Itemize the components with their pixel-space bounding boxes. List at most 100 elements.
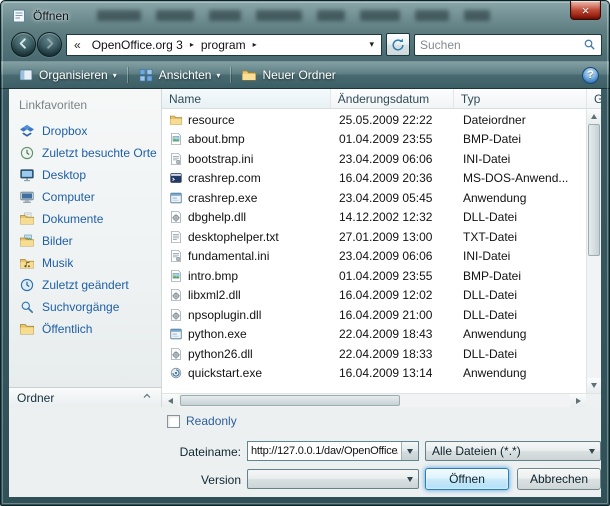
file-rows: resource25.05.2009 22:22Dateiordnerabout… [162,109,601,393]
sidebar-item-label: Desktop [42,168,86,182]
sidebar-item-dropbox[interactable]: Dropbox [9,120,161,142]
version-dropdown-button[interactable] [401,470,418,488]
readonly-checkbox[interactable] [167,415,180,428]
scroll-down-button[interactable] [587,378,601,393]
new-folder-button[interactable]: Neuer Ordner [234,65,342,85]
file-row-python26-dll[interactable]: python26.dll22.04.2009 18:33DLL-Datei [162,344,601,364]
scroll-right-button[interactable] [570,394,586,407]
breadcrumb-dropdown-icon[interactable]: ▾ [364,39,379,50]
sidebar-item-zuletzt-ge-ndert[interactable]: Zuletzt geändert [9,274,161,296]
breadcrumb-separator[interactable]: ▸ [252,40,258,49]
vertical-scrollbar[interactable] [586,109,601,393]
file-row-resource[interactable]: resource25.05.2009 22:22Dateiordner [162,110,601,130]
filetype-value: Alle Dateien (*.*) [426,442,583,460]
recently-changed-icon [19,277,35,293]
breadcrumb-overflow-chevron[interactable]: « [69,38,86,52]
file-row-desktophelper-txt[interactable]: desktophelper.txt27.01.2009 13:00TXT-Dat… [162,227,601,247]
sidebar-item-ffentlich[interactable]: Öffentlich [9,318,161,340]
filename-dropdown-button[interactable] [401,442,418,460]
horizontal-scroll-track[interactable] [178,394,570,407]
file-row-dbghelp-dll[interactable]: dbghelp.dll14.12.2002 12:32DLL-Datei [162,208,601,228]
sidebar-item-label: Zuletzt geändert [42,278,129,292]
music-icon [19,255,35,271]
file-row-intro-bmp[interactable]: intro.bmp01.04.2009 23:55BMP-Datei [162,266,601,286]
open-button[interactable]: Öffnen [425,468,509,490]
file-row-quickstart-exe[interactable]: quickstart.exe16.04.2009 13:14Anwendung [162,364,601,384]
file-date: 22.04.2009 18:43 [332,327,456,341]
sidebar-item-desktop[interactable]: Desktop [9,164,161,186]
column-header-size[interactable]: G [587,89,601,108]
horizontal-scrollbar[interactable] [162,393,586,407]
file-row-fundamental-ini[interactable]: fundamental.ini23.04.2009 06:06INI-Datei [162,247,601,267]
ini-file-icon [169,152,183,166]
organize-button[interactable]: Organisieren ▾ [11,65,124,85]
close-icon: × [582,4,590,17]
version-combobox[interactable] [247,469,419,489]
sidebar-item-suchvorg-nge[interactable]: Suchvorgänge [9,296,161,318]
navigation-bar: « OpenOffice.org 3▸program▸ ▾ [1,31,609,61]
file-row-libxml2-dll[interactable]: libxml2.dll16.04.2009 12:02DLL-Datei [162,286,601,306]
breadcrumb[interactable]: « OpenOffice.org 3▸program▸ ▾ [66,34,382,56]
refresh-button[interactable] [386,33,410,56]
back-button[interactable] [11,32,36,57]
forward-arrow-icon [42,36,57,54]
breadcrumb-item-program[interactable]: program [195,35,252,55]
breadcrumb-item-openoffice-org-3[interactable]: OpenOffice.org 3 [86,35,189,55]
sidebar-item-label: Dropbox [42,124,87,138]
search-input[interactable] [420,38,579,52]
dll-file-icon [169,210,183,224]
sidebar-item-label: Zuletzt besuchte Orte [42,146,157,160]
sidebar-item-label: Suchvorgänge [42,300,119,314]
chevron-down-icon: ▾ [216,71,220,80]
filetype-combobox[interactable]: Alle Dateien (*.*) [425,441,601,461]
column-header-date[interactable]: Änderungsdatum [331,89,454,108]
file-row-python-exe[interactable]: python.exe22.04.2009 18:43Anwendung [162,325,601,345]
help-button[interactable]: ? [582,67,599,84]
column-header-name[interactable]: Name [162,89,331,108]
close-button[interactable]: × [570,1,601,20]
scrollbar-corner [586,393,601,407]
filename-input[interactable] [248,442,401,460]
breadcrumb-items: OpenOffice.org 3▸program▸ [86,35,258,55]
views-button[interactable]: Ansichten ▾ [131,65,228,85]
file-name: bootstrap.ini [188,152,253,166]
refresh-icon [390,37,406,53]
filetype-dropdown-button[interactable] [583,442,600,460]
titlebar[interactable]: Öffnen × [1,1,609,31]
vertical-scroll-thumb[interactable] [588,124,600,256]
scroll-left-button[interactable] [162,394,178,407]
file-type: BMP-Datei [456,132,590,146]
file-row-bootstrap-ini[interactable]: bootstrap.ini23.04.2009 06:06INI-Datei [162,149,601,169]
file-type: Anwendung [456,191,590,205]
file-name: crashrep.exe [188,191,257,205]
forward-button[interactable] [37,32,62,57]
file-row-crashrep-com[interactable]: crashrep.com16.04.2009 20:36MS-DOS-Anwen… [162,169,601,189]
scroll-up-button[interactable] [587,109,601,124]
cancel-button[interactable]: Abbrechen [517,468,601,490]
sidebar-item-computer[interactable]: Computer [9,186,161,208]
sidebar-item-bilder[interactable]: Bilder [9,230,161,252]
pictures-icon [19,233,35,249]
search-box[interactable] [414,34,602,56]
open-dialog: Öffnen × « OpenOffice.org 3▸program▸ ▾ [0,0,610,506]
application-icon [169,327,183,341]
file-row-about-bmp[interactable]: about.bmp01.04.2009 23:55BMP-Datei [162,130,601,150]
sidebar-item-dokumente[interactable]: Dokumente [9,208,161,230]
column-header-type[interactable]: Typ [454,89,587,108]
file-name: python.exe [188,327,247,341]
sidebar-item-musik[interactable]: Musik [9,252,161,274]
file-name: about.bmp [188,132,245,146]
file-row-crashrep-exe[interactable]: crashrep.exe23.04.2009 05:45Anwendung [162,188,601,208]
filename-combobox[interactable] [247,441,419,461]
folders-expander[interactable]: Ordner [9,387,161,407]
horizontal-scroll-thumb[interactable] [180,395,400,406]
file-row-npsoplugin-dll[interactable]: npsoplugin.dll16.04.2009 21:00DLL-Datei [162,305,601,325]
file-name: quickstart.exe [188,366,262,380]
vertical-scroll-track[interactable] [587,124,601,378]
organize-icon [18,67,34,83]
sidebar-item-zuletzt-besuchte-orte[interactable]: Zuletzt besuchte Orte [9,142,161,164]
file-type: Anwendung [456,366,590,380]
sidebar-item-label: Computer [42,190,95,204]
computer-icon [19,189,35,205]
file-date: 14.12.2002 12:32 [332,210,456,224]
